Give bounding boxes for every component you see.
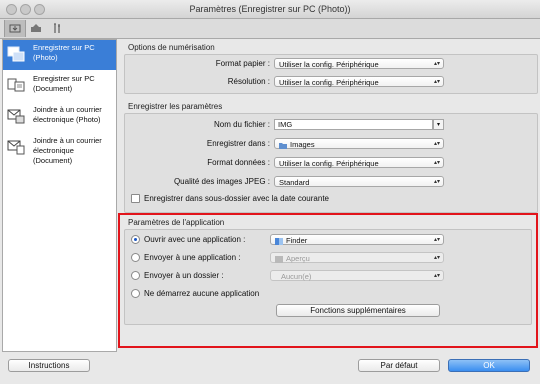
- sidebar-label-line1: Joindre à un courrier: [33, 105, 102, 114]
- open-with-app-value: Finder: [286, 236, 308, 245]
- paper-size-value: Utiliser la config. Périphérique: [279, 60, 379, 69]
- email-document-icon: [7, 140, 25, 155]
- subfolder-date-label: Enregistrer dans sous-dossier avec la da…: [144, 194, 329, 203]
- open-with-app-radio[interactable]: [131, 235, 140, 244]
- popup-arrows-icon: ▴▾: [433, 255, 440, 261]
- jpeg-quality-label: Qualité des images JPEG :: [173, 177, 270, 186]
- save-photo-icon: [7, 46, 25, 62]
- instructions-button[interactable]: Instructions: [8, 359, 90, 372]
- minimize-window-button[interactable]: [20, 4, 31, 15]
- send-to-folder-value: Aucun(e): [281, 272, 312, 281]
- scan-to-computer-icon: [9, 24, 21, 33]
- popup-arrows-icon: ▴▾: [433, 237, 440, 243]
- sidebar-label-line2: (Photo): [33, 53, 58, 62]
- jpeg-quality-popup[interactable]: Standard ▴▾: [274, 176, 444, 187]
- no-app-label: Ne démarrez aucune application: [144, 289, 260, 298]
- sidebar-label-line1: Joindre à un courrier: [33, 136, 102, 145]
- folder-icon: [279, 142, 287, 149]
- resolution-value: Utiliser la config. Périphérique: [279, 78, 379, 87]
- save-in-popup[interactable]: Images ▴▾: [274, 138, 444, 149]
- sidebar-label-line2: (Document): [33, 84, 73, 93]
- tab-scan-from-computer[interactable]: [4, 20, 26, 37]
- send-to-app-label: Envoyer à une application :: [144, 253, 241, 262]
- filename-input[interactable]: IMG: [274, 119, 433, 130]
- close-window-button[interactable]: [6, 4, 17, 15]
- open-with-app-label: Ouvrir avec une application :: [144, 235, 246, 244]
- sidebar-item-email-photo[interactable]: Joindre à un courrier électronique (Photo…: [3, 102, 116, 132]
- jpeg-quality-value: Standard: [279, 178, 310, 187]
- preview-app-icon: [275, 255, 283, 263]
- save-in-value: Images: [290, 140, 315, 149]
- additional-features-button[interactable]: Fonctions supplémentaires: [276, 304, 440, 317]
- sidebar-label-line1: Enregistrer sur PC: [33, 74, 95, 83]
- sidebar-item-save-photo[interactable]: Enregistrer sur PC (Photo): [3, 40, 116, 70]
- popup-arrows-icon: ▴▾: [433, 160, 440, 166]
- send-to-folder-radio[interactable]: [131, 271, 140, 280]
- data-format-popup[interactable]: Utiliser la config. Périphérique ▴▾: [274, 157, 444, 168]
- sidebar: Enregistrer sur PC (Photo) Enregistrer su…: [2, 39, 117, 352]
- save-document-icon: [7, 78, 25, 92]
- open-with-app-popup[interactable]: Finder ▴▾: [270, 234, 444, 245]
- send-to-app-radio[interactable]: [131, 253, 140, 262]
- finder-icon: [275, 237, 283, 245]
- tab-scan-from-panel[interactable]: [26, 20, 46, 37]
- sidebar-label-line2: électronique (Document): [33, 146, 74, 165]
- tools-icon: [54, 23, 60, 33]
- email-photo-icon: [7, 109, 25, 124]
- ok-button[interactable]: OK: [448, 359, 530, 372]
- popup-arrows-icon: ▴▾: [433, 273, 440, 279]
- send-to-app-value: Aperçu: [286, 254, 310, 263]
- data-format-value: Utiliser la config. Périphérique: [279, 159, 379, 168]
- default-button[interactable]: Par défaut: [358, 359, 440, 372]
- app-settings-title: Paramètres de l'application: [128, 218, 225, 227]
- save-settings-title: Enregistrer les paramètres: [128, 102, 223, 111]
- send-to-folder-label: Envoyer à un dossier :: [144, 271, 224, 280]
- send-to-folder-popup[interactable]: Aucun(e) ▴▾: [270, 270, 444, 281]
- popup-arrows-icon: ▴▾: [433, 179, 440, 185]
- toolbar: [0, 19, 540, 39]
- window-title: Paramètres (Enregistrer sur PC (Photo)): [189, 4, 351, 14]
- sidebar-label-line1: Enregistrer sur PC: [33, 43, 95, 52]
- filename-dropdown-button[interactable]: ▾: [433, 119, 444, 130]
- no-app-radio[interactable]: [131, 289, 140, 298]
- sidebar-item-email-document[interactable]: Joindre à un courrier électronique (Docum…: [3, 133, 116, 165]
- data-format-label: Format données :: [207, 158, 270, 167]
- sidebar-item-save-document[interactable]: Enregistrer sur PC (Document): [3, 71, 116, 101]
- paper-size-label: Format papier :: [215, 59, 270, 68]
- send-to-app-popup[interactable]: Aperçu ▴▾: [270, 252, 444, 263]
- sidebar-label-line2: électronique (Photo): [33, 115, 101, 124]
- save-in-label: Enregistrer dans :: [206, 139, 270, 148]
- paper-size-popup[interactable]: Utiliser la config. Périphérique ▴▾: [274, 58, 444, 69]
- tab-general-settings[interactable]: [48, 20, 68, 37]
- window-titlebar: Paramètres (Enregistrer sur PC (Photo)): [0, 0, 540, 19]
- popup-arrows-icon: ▴▾: [433, 141, 440, 147]
- popup-arrows-icon: ▴▾: [433, 61, 440, 67]
- scanner-panel-icon: [31, 24, 41, 32]
- chevron-down-icon: ▾: [436, 122, 440, 128]
- zoom-window-button[interactable]: [34, 4, 45, 15]
- settings-pane: Options de numérisation Format papier : …: [118, 39, 538, 350]
- scan-options-title: Options de numérisation: [128, 43, 215, 52]
- subfolder-date-checkbox[interactable]: [131, 194, 140, 203]
- filename-label: Nom du fichier :: [213, 120, 270, 129]
- resolution-popup[interactable]: Utiliser la config. Périphérique ▴▾: [274, 76, 444, 87]
- resolution-label: Résolution :: [227, 77, 270, 86]
- popup-arrows-icon: ▴▾: [433, 79, 440, 85]
